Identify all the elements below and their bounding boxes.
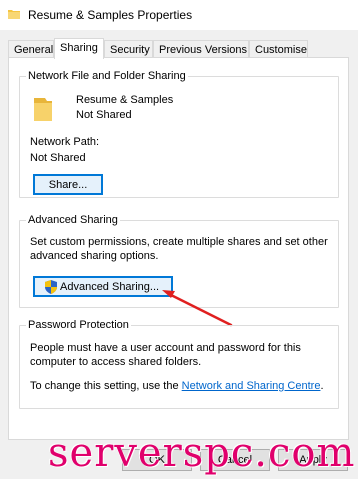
tab-general[interactable]: General bbox=[8, 40, 54, 58]
advanced-description-line2: advanced sharing options. bbox=[30, 250, 159, 262]
shield-icon bbox=[45, 279, 57, 294]
window-title: Resume & Samples Properties bbox=[28, 8, 193, 22]
password-line1: People must have a user account and pass… bbox=[30, 342, 301, 354]
network-path-value: Not Shared bbox=[30, 152, 86, 164]
change-setting-prefix: To change this setting, use the bbox=[30, 380, 182, 392]
network-sharing-group: Network File and Folder Sharing Resume &… bbox=[19, 70, 339, 198]
password-line2: computer to access shared folders. bbox=[30, 356, 202, 368]
watermark-text: serverspc.com bbox=[48, 430, 356, 476]
tab-customise[interactable]: Customise bbox=[249, 40, 308, 58]
tab-previous-versions[interactable]: Previous Versions bbox=[153, 40, 249, 58]
network-sharing-centre-link[interactable]: Network and Sharing Centre bbox=[182, 380, 321, 392]
tab-security[interactable]: Security bbox=[104, 40, 153, 58]
network-path-label: Network Path: bbox=[30, 136, 100, 148]
share-button[interactable]: Share... bbox=[33, 174, 103, 195]
title-bar[interactable]: Resume & Samples Properties bbox=[0, 0, 358, 30]
group-title-advanced-sharing: Advanced Sharing bbox=[26, 214, 120, 226]
group-title-password-protection: Password Protection bbox=[26, 319, 131, 331]
folder-icon bbox=[34, 98, 52, 121]
folder-icon bbox=[8, 10, 20, 19]
advanced-description-line1: Set custom permissions, create multiple … bbox=[30, 236, 328, 248]
change-setting-suffix: . bbox=[320, 380, 324, 392]
tab-sharing[interactable]: Sharing bbox=[54, 38, 104, 59]
tab-panel-sharing: Network File and Folder Sharing Resume &… bbox=[8, 57, 349, 440]
advanced-sharing-button-label: Advanced Sharing... bbox=[60, 280, 160, 293]
folder-name: Resume & Samples bbox=[76, 94, 174, 106]
share-status: Not Shared bbox=[76, 109, 132, 121]
advanced-sharing-button[interactable]: Advanced Sharing... bbox=[33, 276, 173, 297]
password-protection-group: Password Protection People must have a u… bbox=[19, 319, 339, 409]
change-setting-text: To change this setting, use the Network … bbox=[30, 380, 324, 392]
group-title-network-sharing: Network File and Folder Sharing bbox=[26, 70, 188, 82]
